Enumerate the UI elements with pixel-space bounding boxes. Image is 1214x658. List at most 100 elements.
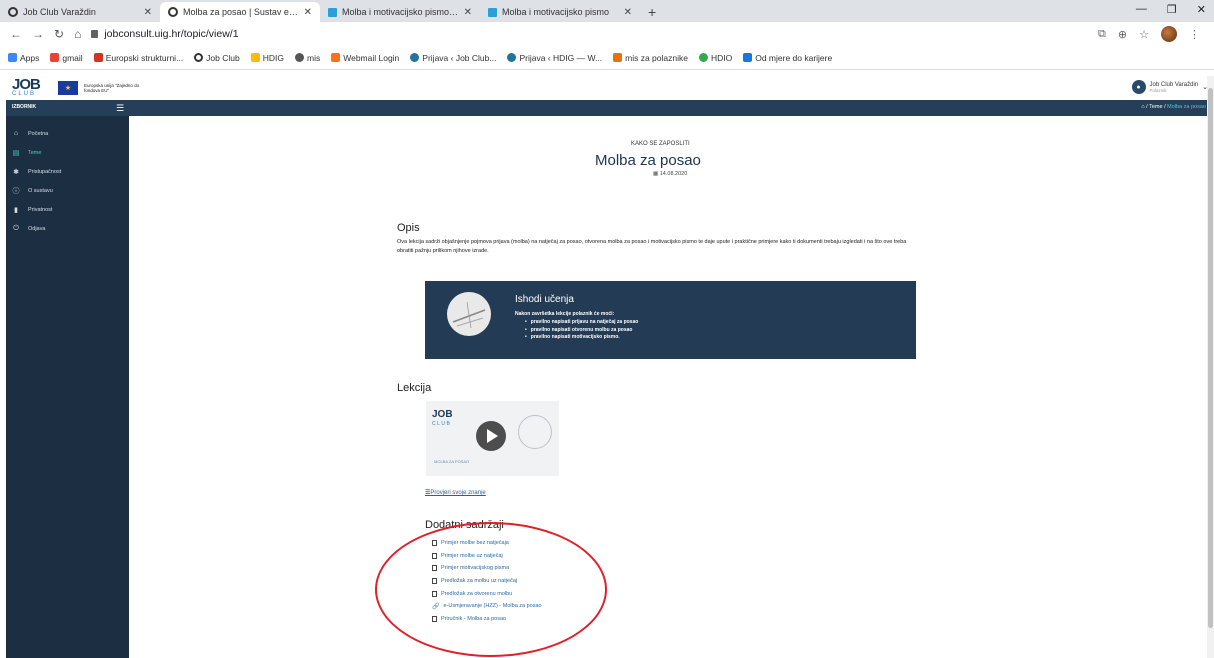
outcomes-image [447, 292, 491, 336]
menu-dots-icon[interactable]: ⋮ [1189, 28, 1200, 41]
outcomes-intro: Nakon završetka lekcije polaznik će moći… [515, 311, 615, 317]
close-tab-icon[interactable]: ✕ [144, 7, 152, 18]
lesson-video[interactable]: JOB CLUB MOLBA ZA POSAO [426, 401, 559, 476]
sidebar-item-label: Privatnost [28, 206, 53, 213]
browser-tab[interactable]: Job Club Varaždin ✕ [0, 2, 160, 22]
opis-heading: Opis [397, 222, 420, 234]
extra-link-label: Predložak za molbu uz natječaj [441, 578, 518, 585]
home-icon: ⌂ [13, 130, 19, 137]
book-icon: ▤ [12, 149, 20, 157]
bank-icon [328, 7, 337, 17]
mis-icon [294, 53, 304, 62]
bookmark-mis[interactable]: mis [294, 53, 320, 63]
bookmark-label: Job Club [206, 52, 240, 63]
bookmark-label: HDIG [262, 52, 284, 63]
tab-title: Molba i motivacijsko pismo [502, 7, 610, 17]
extra-link-label: Primjer motivacijskog pisma [441, 565, 510, 572]
close-tab-icon[interactable]: ✕ [304, 7, 312, 18]
extra-link[interactable]: Primjer molbe uz natječaj [432, 550, 542, 563]
video-caption: MOLBA ZA POSAO [434, 459, 470, 464]
bookmark-job-club[interactable]: Job Club [194, 53, 240, 63]
close-tab-icon[interactable]: ✕ [464, 7, 472, 18]
document-icon [432, 615, 437, 622]
breadcrumb-teme[interactable]: Teme [1149, 104, 1162, 110]
page-title: Molba za posao [595, 152, 701, 169]
translate-icon[interactable]: ⧉ [1098, 28, 1106, 41]
scrollbar-thumb[interactable] [1208, 88, 1213, 628]
circle-logo-icon [8, 7, 18, 17]
reload-icon[interactable]: ↻ [54, 27, 64, 41]
url-field[interactable]: jobconsult.uig.hr/topic/view/1 [91, 28, 239, 40]
home-icon[interactable]: ⌂ [74, 27, 81, 41]
logo-job[interactable]: JOB [12, 77, 41, 92]
document-icon [432, 552, 437, 559]
sidebar-item-pristupacnost[interactable]: ✱ Pristupačnost [6, 162, 129, 181]
bookmark-webmail[interactable]: Webmail Login [331, 53, 399, 63]
new-tab-button[interactable]: + [640, 2, 664, 22]
forward-icon[interactable]: → [32, 27, 44, 41]
video-logo-club: CLUB [432, 421, 452, 427]
sidebar-item-label: Teme [28, 149, 42, 156]
browser-tab[interactable]: Molba i motivacijsko pismo - kvi... ✕ [320, 2, 480, 22]
bookmark-eu-funds[interactable]: Europski strukturni... [93, 53, 183, 63]
close-window-icon[interactable]: ✕ [1197, 3, 1206, 16]
close-tab-icon[interactable]: ✕ [624, 7, 632, 18]
hamburger-icon[interactable]: ☰ [116, 103, 124, 114]
browser-tab[interactable]: Molba i motivacijsko pismo ✕ [480, 2, 640, 22]
bookmarks-bar: Apps gmail Europski strukturni... Job Cl… [0, 46, 1214, 70]
star-icon[interactable]: ☆ [1139, 28, 1149, 41]
play-icon[interactable] [476, 421, 506, 451]
bookmark-gmail[interactable]: gmail [50, 53, 83, 63]
user-menu[interactable]: ● Job Club Varaždin Polaznik ⌄ [1131, 80, 1208, 94]
extra-link-label: Primjer molbe bez natječaja [441, 540, 509, 547]
bookmark-label: Od mjere do karijere [755, 52, 833, 63]
sidebar-item-privatnost[interactable]: ▮ Privatnost [6, 200, 129, 219]
bookmark-label: mis za polaznike [625, 52, 688, 63]
eu-flag-icon: ★ [58, 81, 78, 95]
profile-avatar[interactable] [1161, 26, 1177, 42]
extra-link[interactable]: Primjer molbe bez natječaja [432, 537, 542, 550]
extra-link[interactable]: Predložak za molbu uz natječaj [432, 575, 542, 588]
date-text: 14.08.2020 [659, 171, 688, 177]
extra-link[interactable]: Predložak za otvorenu molbu [432, 587, 542, 600]
sidebar-item-teme[interactable]: ▤ Teme [6, 143, 129, 162]
apps-grid-icon [8, 53, 17, 62]
bookmark-hdig[interactable]: HDIG [250, 52, 284, 63]
extra-link[interactable]: 🔗 e-Usmjeravanje (HZZ) - Molba za posao [432, 600, 542, 613]
minimize-icon[interactable]: — [1136, 3, 1147, 16]
breadcrumb: ⌂ / Teme / Molba za posao [1141, 104, 1206, 110]
extra-link-label: Primjer molbe uz natječaj [441, 552, 503, 559]
eu-funding-text: Europska unija "Zajedno do fondova EU" [84, 83, 140, 93]
topic-category: KAKO SE ZAPOSLITI [631, 141, 690, 147]
sidebar-item-o-sustavu[interactable]: ⓘ O sustavu [6, 181, 129, 200]
back-icon[interactable]: ← [10, 27, 22, 41]
circle-logo-icon [168, 7, 178, 17]
circle-logo-icon [194, 53, 204, 62]
bookmark-mis-polaznici[interactable]: mis za polaznike [613, 53, 688, 63]
user-name: Job Club Varaždin [1149, 81, 1199, 88]
maximize-icon[interactable]: ❐ [1167, 3, 1177, 16]
document-icon [432, 565, 437, 572]
zoom-icon[interactable]: ⊕ [1118, 28, 1127, 41]
extra-link[interactable]: Priručnik - Molba za posao [432, 613, 542, 626]
extras-heading: Dodatni sadržaji [425, 519, 504, 531]
home-icon[interactable]: ⌂ [1141, 104, 1144, 110]
sidebar-item-odjava[interactable]: ⏻ Odjava [6, 219, 129, 238]
breadcrumb-separator: / [1146, 104, 1148, 110]
menu-title: IZBORNIK [12, 104, 37, 110]
bookmark-karijere[interactable]: Od mjere do karijere [743, 53, 832, 63]
extra-link[interactable]: Primjer motivacijskog pisma [432, 562, 542, 575]
gear-icon: ✱ [13, 168, 19, 176]
quiz-link[interactable]: ☰Provjeri svoje znanje [425, 489, 486, 496]
bookmark-hdio[interactable]: HDIO [698, 53, 732, 63]
sidebar-item-pocetna[interactable]: ⌂ Početna [6, 124, 129, 143]
extras-list: Primjer molbe bez natječaja Primjer molb… [432, 537, 542, 625]
browser-tab-active[interactable]: Molba za posao | Sustav e-učenja ✕ [160, 2, 320, 22]
address-bar: ← → ↻ ⌂ jobconsult.uig.hr/topic/view/1 ⧉… [0, 22, 1214, 46]
bookmark-prijava-hdig[interactable]: Prijava ‹ HDIG — W... [507, 53, 602, 63]
outcome-item: pravilno napisati otvorenu molbu za posa… [525, 327, 638, 335]
outcome-item: pravilno napisati motivacijsko pismo. [525, 334, 638, 342]
bookmark-apps[interactable]: Apps [8, 53, 39, 63]
bookmark-prijava-jobclub[interactable]: Prijava ‹ Job Club... [410, 53, 496, 63]
sidebar-item-label: O sustavu [28, 187, 53, 194]
